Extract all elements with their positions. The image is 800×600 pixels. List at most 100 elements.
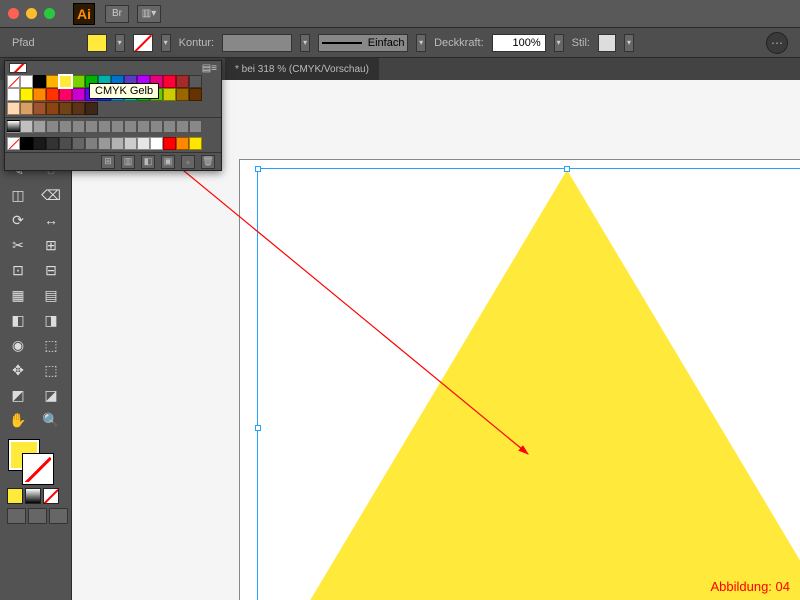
style-swatch[interactable] [598,34,616,52]
draw-inside-icon[interactable] [49,508,68,524]
style-dropdown[interactable] [624,34,634,52]
stroke-weight-dropdown[interactable] [300,34,310,52]
tool-button[interactable]: ◉ [3,333,33,357]
swatch[interactable] [46,75,59,88]
brush-style-dropdown[interactable] [416,34,426,52]
swatch[interactable] [59,75,72,88]
tool-button[interactable]: ⊟ [36,258,66,282]
new-group-icon[interactable]: ▣ [161,155,175,169]
swatch[interactable] [72,75,85,88]
swatch[interactable] [59,137,72,150]
swatch[interactable] [85,120,98,133]
swatch[interactable] [33,88,46,101]
swatch[interactable] [20,88,33,101]
swatch[interactable] [150,137,163,150]
maximize-window-dot[interactable] [44,8,55,19]
swatch[interactable] [7,102,20,115]
swatch[interactable] [163,120,176,133]
stroke-weight-select[interactable] [222,34,292,52]
swatch[interactable] [98,137,111,150]
swatch[interactable] [7,120,20,133]
tool-button[interactable]: ◧ [3,308,33,332]
bridge-button[interactable]: Br [105,5,129,23]
swatch[interactable] [137,137,150,150]
tool-button[interactable]: 🔍 [36,408,66,432]
tool-button[interactable]: ✥ [3,358,33,382]
tool-button[interactable]: ⬚ [36,333,66,357]
swatch[interactable] [46,137,59,150]
swatch[interactable] [124,120,137,133]
swatch[interactable] [163,88,176,101]
swatch[interactable] [150,120,163,133]
swatch[interactable] [137,120,150,133]
swatch-options-icon[interactable]: ◧ [141,155,155,169]
swatch[interactable] [189,120,202,133]
swatch[interactable] [72,120,85,133]
tool-button[interactable]: ◪ [36,383,66,407]
swatch[interactable] [7,88,20,101]
swatch[interactable] [20,75,33,88]
tool-button[interactable]: ↔ [36,208,66,232]
tool-button[interactable]: ⌫ [36,183,66,207]
swatch[interactable] [59,102,72,115]
swatch[interactable] [20,137,33,150]
swatch[interactable] [85,102,98,115]
swatch[interactable] [98,120,111,133]
tool-button[interactable]: ⊞ [36,233,66,257]
swatch[interactable] [33,137,46,150]
delete-swatch-icon[interactable]: 🗑 [201,155,215,169]
swatch[interactable] [72,102,85,115]
tool-button[interactable]: ⟳ [3,208,33,232]
swatch[interactable] [33,75,46,88]
swatch[interactable] [189,137,202,150]
swatch-panel-menu-icon[interactable]: ▤≡ [202,63,217,73]
minimize-window-dot[interactable] [26,8,37,19]
swatch[interactable] [46,102,59,115]
fill-stroke-indicator[interactable] [3,440,68,486]
selection-handle[interactable] [255,166,261,172]
opacity-dropdown[interactable] [554,34,564,52]
tool-button[interactable]: ⬚ [36,358,66,382]
swatch[interactable] [111,137,124,150]
close-window-dot[interactable] [8,8,19,19]
fill-dropdown[interactable] [115,34,125,52]
swatch[interactable] [72,88,85,101]
selection-handle[interactable] [564,166,570,172]
swatch[interactable] [163,137,176,150]
swatch[interactable] [85,137,98,150]
swatch[interactable] [111,120,124,133]
swatch[interactable] [46,88,59,101]
stroke-swatch[interactable] [133,34,153,52]
swatch[interactable] [189,88,202,101]
tool-button[interactable]: ⊡ [3,258,33,282]
stroke-indicator[interactable] [23,454,53,484]
swatch[interactable] [176,120,189,133]
swatch[interactable] [72,137,85,150]
mini-none-icon[interactable] [43,488,59,504]
swatch[interactable] [176,75,189,88]
draw-behind-icon[interactable] [28,508,47,524]
tool-button[interactable]: ◩ [3,383,33,407]
tool-button[interactable]: ◨ [36,308,66,332]
swatch-kind-icon[interactable]: ▥ [121,155,135,169]
swatch[interactable] [7,137,20,150]
draw-normal-icon[interactable] [7,508,26,524]
swatch[interactable] [33,120,46,133]
swatch[interactable] [20,120,33,133]
tool-button[interactable]: ✋ [3,408,33,432]
stroke-dropdown[interactable] [161,34,171,52]
opacity-input[interactable]: 100% [492,34,546,52]
brush-style-select[interactable]: Einfach [318,34,408,52]
tool-button[interactable]: ✂ [3,233,33,257]
swatch[interactable] [20,102,33,115]
swatches-panel[interactable]: ▤≡ ⊞ ▥ ◧ ▣ ▫ 🗑 CMYK Gelb [4,60,222,171]
new-swatch-icon[interactable]: ▫ [181,155,195,169]
swatch[interactable] [46,120,59,133]
mini-fill-icon[interactable] [7,488,23,504]
swatch[interactable] [163,75,176,88]
more-icon[interactable]: ⋯ [766,32,788,54]
workspace-switcher[interactable]: ▥▾ [137,5,161,23]
tool-button[interactable]: ▤ [36,283,66,307]
swatch[interactable] [59,88,72,101]
selection-handle[interactable] [255,425,261,431]
